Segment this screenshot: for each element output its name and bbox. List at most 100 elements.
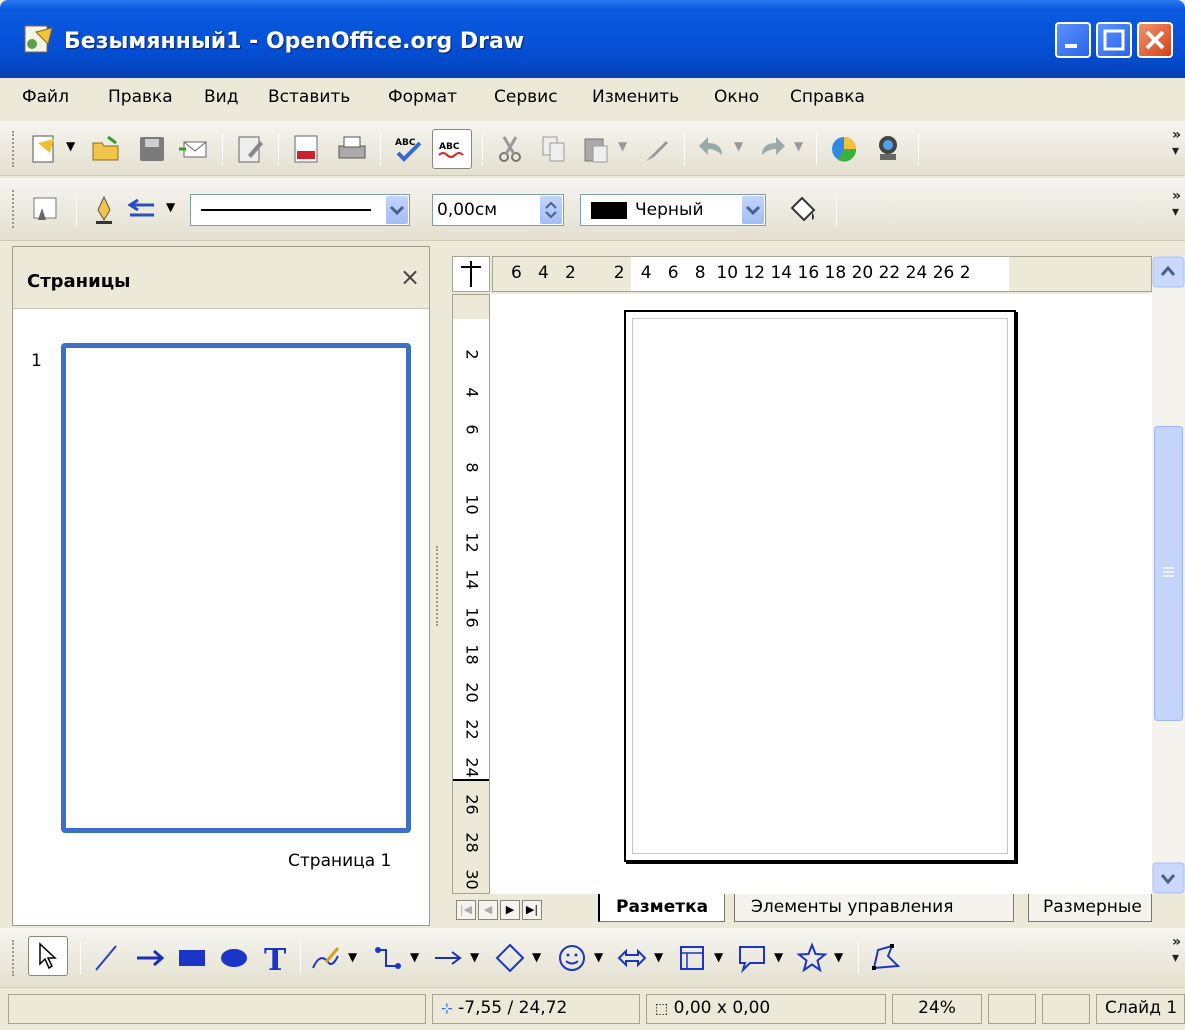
undo-icon[interactable] [696,133,728,165]
menu-insert[interactable]: Вставить [268,87,350,107]
menu-edit[interactable]: Правка [108,87,173,107]
styles-formatting-icon[interactable] [30,194,62,226]
area-fill-icon[interactable] [786,194,818,226]
flowchart-dropdown-icon[interactable]: ▼ [714,950,723,964]
symbol-shapes-dropdown-icon[interactable]: ▼ [594,950,603,964]
toolbar-overflow-icon[interactable]: » ▾ [1172,127,1181,159]
paste-dropdown-arrow-icon[interactable]: ▼ [618,139,627,153]
openoffice-app-icon[interactable] [22,22,56,56]
arrow-style-icon[interactable] [128,194,160,226]
scrollbar-thumb[interactable] [1154,426,1183,721]
next-tab-button[interactable]: ▶ [500,900,520,920]
stars-icon[interactable] [796,942,828,974]
ellipse-tool-icon[interactable] [218,942,250,974]
rectangle-tool-icon[interactable] [176,942,208,974]
ruler-origin[interactable] [452,256,490,292]
menu-modify[interactable]: Изменить [592,87,679,107]
drawing-page[interactable] [624,310,1016,862]
edit-file-icon[interactable] [234,133,266,165]
points-edit-icon[interactable] [870,942,902,974]
autospellcheck-button[interactable]: ABC [432,129,472,169]
email-icon[interactable] [178,133,210,165]
redo-dropdown-arrow-icon[interactable]: ▼ [794,139,803,153]
menu-window[interactable]: Окно [714,87,759,107]
tab-dimension-lines[interactable]: Размерные [1028,894,1152,922]
open-folder-icon[interactable] [90,133,122,165]
arrow-style-dropdown-icon[interactable]: ▼ [166,200,175,214]
navigator-icon[interactable] [872,133,904,165]
connector-tool-icon[interactable] [372,942,404,974]
curve-dropdown-icon[interactable]: ▼ [348,950,357,964]
print-icon[interactable] [336,133,368,165]
save-icon[interactable] [136,133,168,165]
copy-icon[interactable] [538,133,570,165]
curve-tool-icon[interactable] [310,942,342,974]
spellcheck-icon[interactable]: ABC [392,133,424,165]
block-arrows-dropdown-icon[interactable]: ▼ [654,950,663,964]
scroll-down-button[interactable] [1152,862,1185,894]
undo-dropdown-arrow-icon[interactable]: ▼ [734,139,743,153]
spinner-arrows-icon[interactable] [540,196,562,224]
toolbar-overflow-icon[interactable]: » ▾ [1172,934,1181,966]
menu-help[interactable]: Справка [790,87,865,107]
clone-formatting-icon[interactable] [640,133,672,165]
close-window-button[interactable] [1137,22,1173,58]
maximize-button[interactable] [1096,22,1132,58]
insert-chart-icon[interactable] [828,133,860,165]
toolbar-grip[interactable] [12,940,16,976]
export-pdf-icon[interactable] [290,133,322,165]
horizontal-ruler[interactable]: 6 4 2 2 4 6 8 10 12 14 16 18 20 22 24 26… [492,256,1152,292]
menu-format[interactable]: Формат [388,87,457,107]
line-style-select[interactable] [190,194,410,226]
title-bar[interactable]: Безымянный1 - OpenOffice.org Draw [0,0,1185,78]
line-width-spinner[interactable]: 0,00см [432,194,564,226]
select-button[interactable] [28,936,68,976]
toolbar-overflow-icon[interactable]: » ▾ [1172,188,1181,220]
toolbar-grip[interactable] [12,190,16,228]
stars-dropdown-icon[interactable]: ▼ [834,950,843,964]
vertical-scrollbar[interactable] [1152,256,1185,894]
chevron-down-icon[interactable] [742,196,764,224]
callouts-icon[interactable] [736,942,768,974]
line-arrow-tool-icon[interactable] [134,942,166,974]
menu-tools[interactable]: Сервис [494,87,558,107]
line-tool-icon[interactable] [90,942,122,974]
lines-arrows-dropdown-icon[interactable]: ▼ [470,950,479,964]
lines-arrows-tool-icon[interactable] [432,942,464,974]
status-insert-mode[interactable] [988,994,1036,1024]
status-zoom[interactable]: 24% [892,994,982,1024]
status-document-modified [1042,994,1090,1024]
minimize-button[interactable] [1055,22,1091,58]
basic-shapes-icon[interactable] [494,942,526,974]
menu-view[interactable]: Вид [204,87,238,107]
callouts-dropdown-icon[interactable]: ▼ [774,950,783,964]
scroll-up-button[interactable] [1152,256,1185,288]
first-tab-button[interactable]: |◀ [456,900,476,920]
prev-tab-button[interactable]: ◀ [478,900,498,920]
toolbar-grip[interactable] [12,131,16,167]
line-properties-icon[interactable] [88,194,120,226]
vertical-ruler[interactable]: 2 4 6 8 10 12 14 16 18 20 22 24 26 28 30 [452,294,490,894]
line-color-select[interactable]: Черный [580,194,766,226]
cut-icon[interactable] [494,133,526,165]
redo-icon[interactable] [756,133,788,165]
paste-icon[interactable] [580,133,612,165]
close-panel-button[interactable]: × [400,263,420,291]
symbol-shapes-icon[interactable] [556,942,588,974]
text-tool-icon[interactable]: T [260,942,292,974]
tab-layout[interactable]: Разметка [598,894,726,922]
new-dropdown-arrow-icon[interactable]: ▼ [66,139,75,153]
page-thumbnail[interactable] [61,343,411,833]
block-arrows-icon[interactable] [616,942,648,974]
last-tab-button[interactable]: ▶| [522,900,542,920]
new-document-icon[interactable] [28,133,60,165]
flowchart-icon[interactable] [676,942,708,974]
tab-controls[interactable]: Элементы управления [734,894,1014,922]
menu-file[interactable]: Файл [22,87,69,107]
connector-dropdown-icon[interactable]: ▼ [410,950,419,964]
chevron-down-icon[interactable] [386,196,408,224]
toolbar-separator [222,133,223,165]
basic-shapes-dropdown-icon[interactable]: ▼ [532,950,541,964]
panel-splitter[interactable] [430,246,446,926]
drawing-canvas[interactable] [490,294,1152,894]
